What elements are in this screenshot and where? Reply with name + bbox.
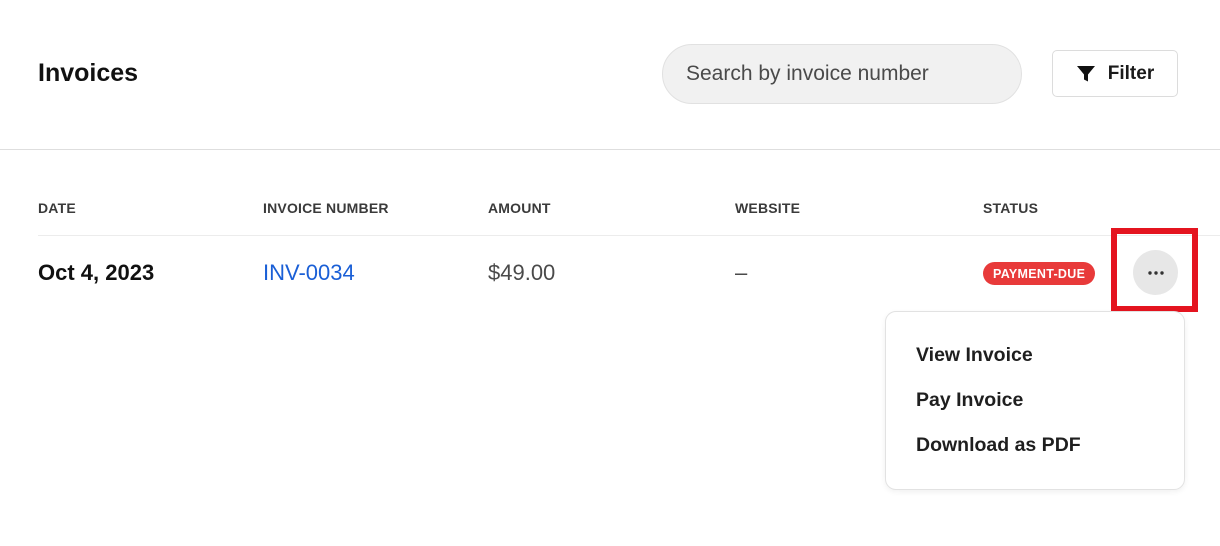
header-divider bbox=[0, 149, 1220, 150]
menu-item-pay-invoice[interactable]: Pay Invoice bbox=[916, 389, 1023, 412]
invoices-page: Invoices Filter DATE INVOICE NUMBER AMOU… bbox=[0, 0, 1220, 546]
status-badge: PAYMENT-DUE bbox=[983, 262, 1096, 285]
column-header-invoice-number: INVOICE NUMBER bbox=[263, 200, 389, 216]
filter-button[interactable]: Filter bbox=[1052, 50, 1178, 97]
column-header-date: DATE bbox=[38, 200, 76, 216]
filter-icon bbox=[1076, 65, 1096, 83]
menu-item-view-invoice[interactable]: View Invoice bbox=[916, 344, 1033, 367]
highlight-box bbox=[1111, 228, 1198, 312]
page-title: Invoices bbox=[38, 59, 139, 87]
column-header-amount: AMOUNT bbox=[488, 200, 551, 216]
cell-date: Oct 4, 2023 bbox=[38, 260, 155, 285]
column-header-website: WEBSITE bbox=[735, 200, 801, 216]
cell-website: – bbox=[735, 260, 748, 285]
column-header-status: STATUS bbox=[983, 200, 1039, 216]
filter-button-label: Filter bbox=[1107, 62, 1155, 84]
row-actions-menu: View Invoice Pay Invoice Download as PDF bbox=[885, 311, 1185, 490]
menu-item-download-pdf[interactable]: Download as PDF bbox=[916, 434, 1081, 457]
search-input[interactable] bbox=[686, 62, 1021, 86]
invoice-number-link[interactable]: INV-0034 bbox=[263, 260, 355, 286]
table-header-divider bbox=[38, 235, 1220, 236]
search-box[interactable] bbox=[662, 44, 1022, 104]
cell-amount: $49.00 bbox=[488, 260, 556, 285]
